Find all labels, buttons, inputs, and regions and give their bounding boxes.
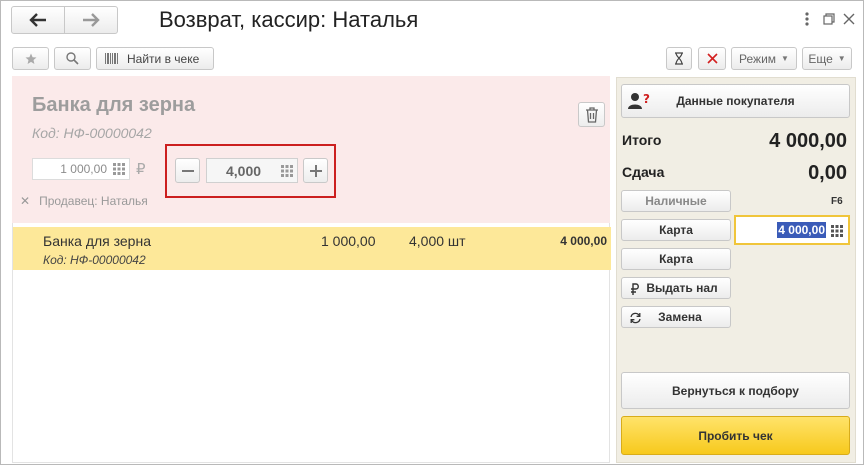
calculator-icon[interactable]: [830, 224, 844, 238]
hourglass-button[interactable]: [666, 47, 692, 70]
refresh-icon: [630, 312, 641, 324]
minus-icon: [181, 169, 194, 172]
item-quantity: 4,000 шт: [409, 233, 466, 249]
total-label: Итого: [622, 132, 662, 148]
price-value: 1 000,00: [60, 162, 107, 176]
total-value: 4 000,00: [769, 130, 847, 152]
chevron-down-icon: ▼: [781, 54, 789, 63]
replace-button[interactable]: Замена: [621, 306, 731, 328]
cancel-receipt-button[interactable]: [698, 47, 726, 70]
quantity-value: 4,000: [226, 162, 262, 179]
cash-out-button[interactable]: Выдать нал: [621, 277, 731, 299]
customer-data-label: Данные покупателя: [676, 94, 795, 108]
forward-button[interactable]: [64, 7, 117, 33]
find-in-receipt-label: Найти в чеке: [127, 51, 200, 66]
arrow-right-icon: [83, 13, 100, 27]
item-price: 1 000,00: [321, 233, 376, 249]
more-label: Еще: [808, 51, 833, 66]
barcode-icon: [105, 53, 118, 64]
receipt-items-list: Банка для зерна Код: НФ-00000042 1 000,0…: [12, 223, 611, 463]
change-label: Сдача: [622, 164, 665, 180]
decrease-quantity-button[interactable]: [175, 158, 200, 183]
remove-seller-icon[interactable]: ✕: [20, 194, 30, 208]
print-receipt-button[interactable]: Пробить чек: [621, 416, 850, 455]
change-value: 0,00: [808, 162, 847, 184]
item-sum: 4 000,00: [560, 234, 607, 248]
star-icon: [25, 53, 36, 64]
card-amount-input[interactable]: 4 000,00: [734, 215, 850, 245]
item-editor-panel: Банка для зерна Код: НФ-00000042 1 000,0…: [12, 76, 610, 223]
cash-hotkey: F6: [831, 196, 843, 207]
back-to-selection-button[interactable]: Вернуться к подбору: [621, 372, 850, 409]
red-cross-icon: [706, 53, 718, 64]
chevron-down-icon: ▼: [837, 54, 846, 63]
trash-icon: [585, 106, 598, 123]
search-button[interactable]: [54, 47, 91, 70]
customer-data-button[interactable]: ? Данные покупателя: [621, 84, 850, 118]
favorite-button[interactable]: [12, 47, 49, 70]
back-button[interactable]: [12, 7, 64, 33]
currency-sign: ₽: [136, 161, 146, 178]
card-amount-value: 4 000,00: [777, 222, 826, 238]
find-in-receipt-button[interactable]: Найти в чеке: [96, 47, 214, 70]
item-code: Код: НФ-00000042: [43, 253, 146, 267]
navigation-buttons: [11, 6, 118, 34]
ruble-icon: [631, 283, 639, 295]
cash-out-label: Выдать нал: [646, 281, 718, 295]
seller-label: Продавец: Наталья: [39, 194, 148, 208]
payment-panel: ? Данные покупателя Итого 4 000,00 Сдача…: [616, 77, 856, 463]
more-dropdown[interactable]: Еще ▼: [802, 47, 852, 70]
calculator-icon[interactable]: [112, 162, 126, 176]
plus-icon: [309, 164, 322, 177]
seller-tag: ✕ Продавец: Наталья: [20, 194, 148, 208]
product-code: Код: НФ-00000042: [32, 125, 152, 141]
card-button-1[interactable]: Карта: [621, 219, 731, 241]
product-name: Банка для зерна: [32, 94, 196, 116]
replace-label: Замена: [658, 310, 702, 324]
cash-button[interactable]: Наличные: [621, 190, 731, 212]
table-row[interactable]: Банка для зерна Код: НФ-00000042 1 000,0…: [13, 227, 611, 270]
svg-text:?: ?: [643, 92, 650, 106]
user-question-icon: ?: [628, 92, 650, 109]
return-window: Возврат, кассир: Наталья Найти в чеке Ре…: [0, 0, 864, 465]
mode-dropdown[interactable]: Режим ▼: [731, 47, 797, 70]
calculator-icon[interactable]: [280, 164, 294, 178]
price-input[interactable]: 1 000,00: [32, 158, 130, 180]
quantity-input[interactable]: 4,000: [206, 158, 298, 183]
search-icon: [66, 52, 79, 65]
delete-item-button[interactable]: [578, 102, 605, 127]
hourglass-icon: [675, 52, 683, 65]
mode-label: Режим: [739, 51, 777, 66]
increase-quantity-button[interactable]: [303, 158, 328, 183]
item-name: Банка для зерна: [43, 233, 151, 249]
arrow-left-icon: [29, 13, 46, 27]
restore-window-icon[interactable]: [819, 9, 839, 29]
more-menu-icon[interactable]: [797, 9, 817, 29]
close-window-icon[interactable]: [839, 9, 859, 29]
window-title: Возврат, кассир: Наталья: [159, 7, 419, 32]
quantity-stepper: 4,000: [165, 144, 336, 198]
card-button-2[interactable]: Карта: [621, 248, 731, 270]
